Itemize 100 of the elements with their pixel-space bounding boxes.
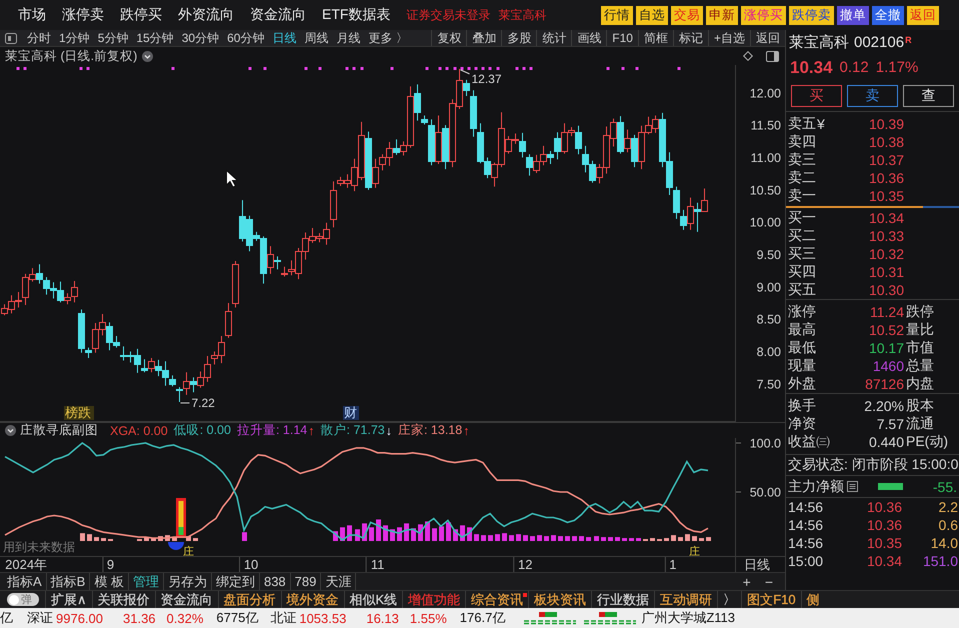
- stat-value: 2.20%: [863, 398, 904, 414]
- tool-button[interactable]: 统计: [536, 30, 572, 46]
- stat-label: 最高: [788, 321, 817, 339]
- book-price: 10.38: [868, 134, 904, 150]
- indicator-bar: [699, 538, 704, 541]
- action-button[interactable]: 撤单: [837, 6, 869, 24]
- book-label: 卖五: [788, 115, 816, 133]
- action-button[interactable]: 行情: [601, 6, 633, 24]
- leader-line: [180, 402, 190, 404]
- period-tab[interactable]: 60分钟: [227, 30, 264, 46]
- book-label: 卖四: [788, 133, 816, 151]
- tool-button[interactable]: 画线: [571, 30, 606, 46]
- last-price: 10.34: [790, 58, 833, 78]
- action-button[interactable]: 全撤: [872, 6, 904, 24]
- tool-button[interactable]: 复权: [431, 30, 466, 46]
- tool-button[interactable]: 标记: [672, 30, 708, 46]
- price-axis-label: 9.50: [756, 248, 781, 262]
- price-axis-label: 10.00: [750, 216, 781, 230]
- index-percent: 1.55%: [410, 610, 447, 626]
- menu-item[interactable]: 涨停卖: [62, 6, 104, 24]
- tool-button[interactable]: 多股: [501, 30, 536, 46]
- period-tab[interactable]: 分时: [27, 30, 51, 46]
- menu-item[interactable]: 资金流向: [250, 6, 306, 24]
- period-tab[interactable]: 周线: [304, 30, 328, 46]
- indicator-bar: [643, 539, 648, 541]
- indicator-reading: XGA: 0.00: [110, 424, 168, 438]
- period-tab[interactable]: 更多 〉: [368, 30, 408, 46]
- indicator-bar: [537, 535, 542, 541]
- stock-code: 002106: [854, 34, 904, 51]
- period-tab[interactable]: 5分钟: [98, 30, 128, 46]
- trade-button[interactable]: 卖: [847, 84, 898, 106]
- tool-button[interactable]: +自选: [708, 30, 750, 46]
- menu-item[interactable]: 市场: [18, 6, 46, 24]
- period-tab[interactable]: 30分钟: [182, 30, 220, 46]
- date-label: 11: [370, 557, 384, 572]
- signal-marker-icon: [168, 542, 184, 550]
- indicator-bar: [586, 537, 591, 541]
- indicator-bar: [594, 536, 599, 541]
- menu-item[interactable]: ETF数据表: [322, 6, 390, 24]
- stat-label: 涨停: [788, 303, 817, 321]
- stat-label: 流通: [906, 415, 935, 433]
- stat-label: 股本: [906, 397, 935, 415]
- signal-column-icon: [176, 498, 186, 538]
- indicator-bar: [383, 525, 388, 541]
- indicator-bar: [601, 537, 606, 541]
- panel-toggle-icon[interactable]: [5, 32, 17, 44]
- stat-label: 量比: [906, 321, 935, 339]
- tool-button[interactable]: 返回: [750, 30, 785, 46]
- list-icon[interactable]: [847, 481, 858, 492]
- menu-item[interactable]: 跌停买: [120, 6, 162, 24]
- indicator-bar: [579, 536, 584, 541]
- chevron-down-icon[interactable]: [142, 50, 154, 62]
- diamond-icon[interactable]: [743, 51, 753, 61]
- stat-value: 7.57: [876, 416, 904, 432]
- indicator-bar: [706, 537, 711, 541]
- price-axis-label: 11.50: [750, 118, 781, 133]
- action-button[interactable]: 自选: [636, 6, 668, 24]
- indicator-bar: [418, 524, 423, 541]
- menu-item[interactable]: 外资流向: [178, 6, 234, 24]
- book-price: 10.31: [868, 264, 904, 280]
- date-label: 9: [106, 557, 114, 572]
- action-button[interactable]: 跌停卖: [789, 6, 834, 24]
- indicator-bar: [137, 539, 142, 541]
- tick-price: 10.36: [866, 517, 902, 533]
- tool-button[interactable]: 简框: [638, 30, 673, 46]
- zoom-button[interactable]: +: [742, 574, 751, 590]
- tool-button[interactable]: F10: [606, 30, 638, 46]
- currency-tag: ¥: [817, 116, 825, 132]
- trade-button[interactable]: 查: [903, 84, 954, 106]
- zoom-button[interactable]: −: [764, 574, 773, 590]
- trend-arrow: ↓: [386, 424, 392, 438]
- cursor-icon: [226, 169, 239, 188]
- book-price: 10.36: [868, 170, 904, 186]
- indicator-bar: [108, 539, 113, 541]
- indicator-bar: [530, 536, 535, 541]
- price-axis-label: 8.50: [756, 312, 781, 327]
- stat-label: 净资: [788, 415, 817, 433]
- panel-icon[interactable]: [766, 50, 779, 62]
- leader-line: [460, 69, 470, 74]
- book-price: 10.30: [868, 282, 904, 298]
- trend-arrow: ↑: [463, 424, 470, 438]
- stat-label: 换手: [788, 397, 817, 415]
- indicator-bar: [608, 537, 613, 541]
- indicator-bar: [411, 528, 416, 541]
- indicator-bar: [544, 536, 549, 541]
- indicator-bar: [467, 527, 472, 541]
- indicator-bar: [340, 527, 345, 541]
- period-tab[interactable]: 日线: [272, 30, 296, 46]
- period-tab[interactable]: 1分钟: [59, 30, 90, 46]
- indicator-bar: [333, 531, 338, 541]
- period-tab[interactable]: 15分钟: [136, 30, 174, 46]
- market-breadth-icon: [523, 611, 578, 625]
- period-tab[interactable]: 月线: [336, 30, 360, 46]
- trade-button[interactable]: 买: [791, 84, 842, 106]
- chevron-down-icon[interactable]: [5, 425, 16, 436]
- status-text: 亿: [0, 609, 13, 627]
- action-button[interactable]: 申新: [706, 6, 738, 24]
- tick-price: 10.36: [866, 499, 902, 515]
- price-axis-label: 9.00: [756, 280, 781, 294]
- tool-button[interactable]: 叠加: [466, 30, 502, 46]
